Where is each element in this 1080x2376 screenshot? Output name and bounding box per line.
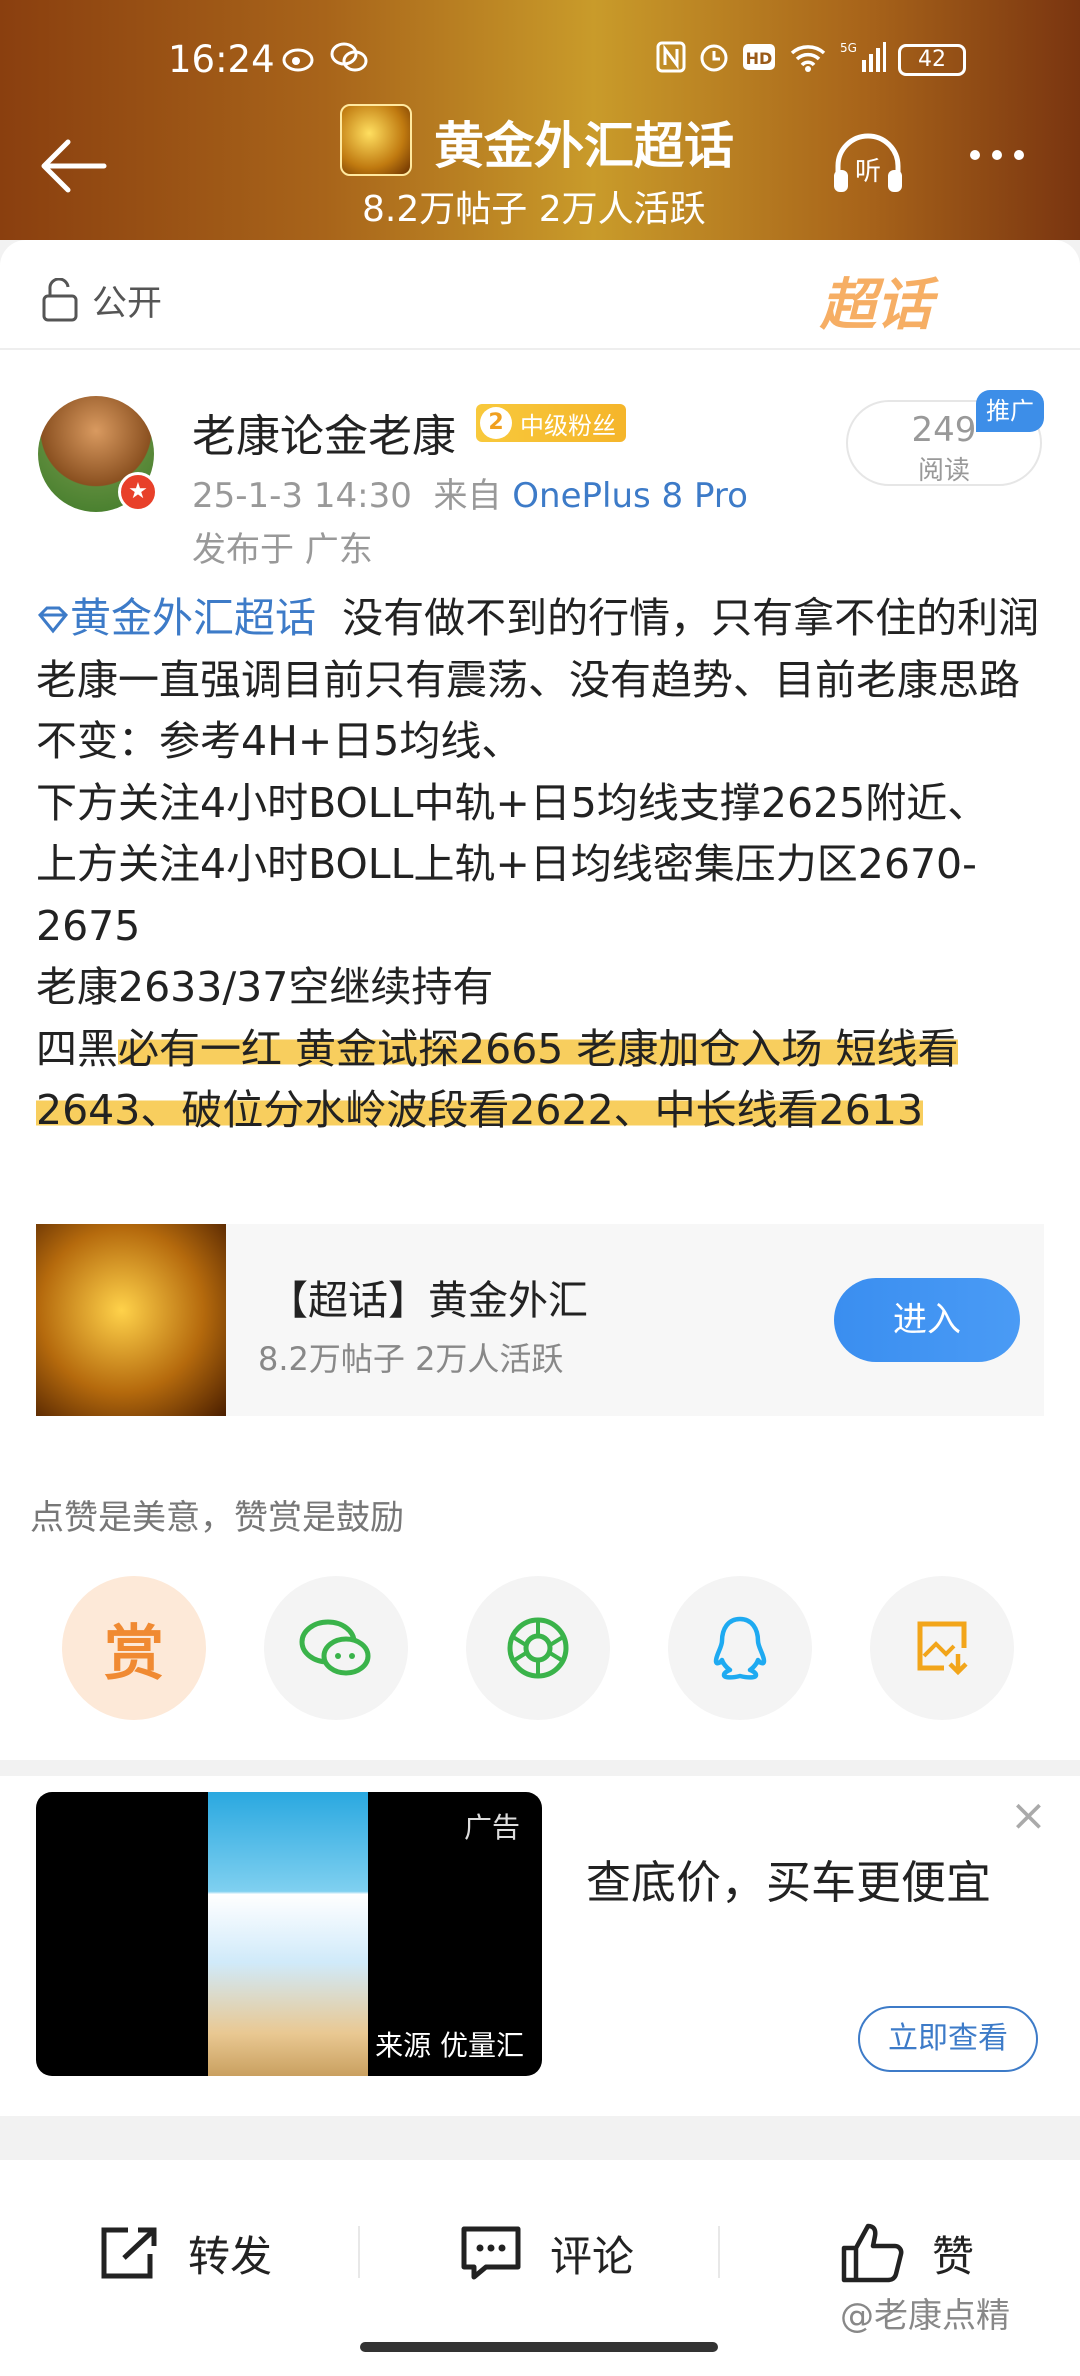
like-label: 赞 [932,2231,975,2281]
post-location: 发布于 广东 [192,530,373,570]
topic-card-image [36,1224,226,1416]
divider [718,2226,720,2278]
like-button[interactable]: 赞 [840,2218,974,2288]
divider [0,348,1080,350]
diamond-icon [37,606,69,634]
topic-link[interactable]: 黄金外汇超话 [36,594,316,642]
alarm-icon [698,41,730,80]
wechat-icon [299,1619,371,1676]
ad-view-button[interactable]: 立即查看 [858,2006,1038,2072]
more-options-icon[interactable] [970,150,1024,160]
status-app-icons [282,40,368,80]
promote-badge[interactable]: 推广 [976,390,1044,432]
lock-open-icon [42,278,78,322]
chaohua-decoration: 超话 [820,273,932,338]
listen-headphones-icon[interactable]: 听 [830,130,906,196]
topic-card[interactable]: 【超话】黄金外汇 8.2万帖子 2万人活跃 进入 [36,1224,1044,1416]
comment-label: 评论 [550,2231,635,2281]
hd-icon: HD [742,42,776,79]
divider [358,2226,360,2278]
fan-badge-label: 中级粉丝 [520,411,616,440]
ad-tag: 广告 [463,1811,520,1844]
fan-level-badge[interactable]: 2 中级粉丝 [476,404,626,442]
header-subtitle: 8.2万帖子 2万人活跃 [362,189,706,230]
forward-label: 转发 [188,2231,273,2281]
qq-share-button[interactable] [668,1576,812,1720]
visibility-label: 公开 [92,283,163,324]
content-line-2: 老康一直强调目前只有震荡、没有趋势、目前老康思路不变：参考4H+日5均线、 [36,655,1020,766]
thumbs-up-icon [841,2223,904,2283]
svg-text:HD: HD [746,49,773,68]
post-time: 25-1-3 14:30 [192,476,412,516]
forward-icon [101,2227,157,2279]
content-line-4: 上方关注4小时BOLL上轨+日均线密集压力区2670-2675 [36,840,977,950]
close-icon[interactable]: × [1010,1790,1047,1841]
verified-star-icon: ★ [118,472,158,512]
visibility-indicator: 公开 [40,270,162,330]
svg-text:听: 听 [855,157,881,187]
topic-header: 16:24 HD 5G 42 黄金外汇超话 8.2万帖子 2万人活跃 听 [0,0,1080,240]
forward-button[interactable]: 转发 [98,2218,272,2288]
read-label: 阅读 [917,456,970,486]
save-image-button[interactable] [870,1576,1014,1720]
save-image-icon [917,1621,968,1676]
post-content: 黄金外汇超话 没有做不到的行情，只有拿不住的利润 老康一直强调目前只有震荡、没有… [36,588,1046,1142]
content-line-5: 老康2633/37空继续持有 [36,963,494,1011]
ad-image[interactable]: 广告 来源 优量汇 [36,1792,542,2076]
reward-button[interactable]: 赏 [62,1576,206,1720]
home-indicator[interactable] [360,2342,718,2352]
battery-icon: 42 [898,44,966,76]
status-system-icons: HD 5G 42 [656,40,966,80]
post-meta: 25-1-3 14:30 来自 OnePlus 8 Pro [192,468,748,517]
moments-icon [507,1617,569,1679]
watermark: @老康点精 [840,2296,1010,2336]
fan-level-number: 2 [480,407,512,439]
weibo-notification-icon [282,42,318,79]
signal-icon: 5G [840,40,886,81]
content-line-3: 下方关注4小时BOLL中轨+日5均线支撑2625附近、 [36,778,989,827]
author-name[interactable]: 老康论金老康 [192,400,456,464]
back-arrow-icon[interactable] [38,138,108,194]
device-link[interactable]: OnePlus 8 Pro [512,476,748,516]
qq-icon [713,1616,767,1680]
ad-card[interactable]: 广告 来源 优量汇 查底价，买车更便宜 × 立即查看 [0,1776,1080,2116]
content-line-1: 没有做不到的行情，只有拿不住的利润 [342,594,1040,642]
ad-title[interactable]: 查底价，买车更便宜 [586,1846,991,1911]
bottom-action-bar: 转发 评论 赞 @老康点精 [0,2160,1080,2376]
status-time: 16:24 [168,38,275,81]
share-row: 赏 [62,1576,1022,1722]
enter-button[interactable]: 进入 [834,1278,1020,1362]
svg-text:5G: 5G [840,41,857,55]
content-line-6-highlighted: 必有一红 黄金试探2665 老康加仓入场 短线看2643、破位分水岭波段看262… [36,1024,959,1134]
praise-hint: 点赞是美意，赞赏是鼓励 [30,1498,404,1538]
comment-button[interactable]: 评论 [458,2218,634,2288]
page-title: 黄金外汇超话 [434,117,734,175]
topic-link-text: 黄金外汇超话 [70,594,316,642]
topic-card-title: 【超话】黄金外汇 [268,1278,588,1324]
ad-source: 来源 优量汇 [375,2029,524,2062]
post-card: 公开 超话 ★ 老康论金老康 2 中级粉丝 25-1-3 14:30 来自 On… [0,240,1080,1760]
wechat-notification-icon [330,41,368,80]
moments-share-button[interactable] [466,1576,610,1720]
content-line-6-start: 四黑 [36,1024,118,1073]
nfc-icon [656,41,686,80]
wechat-share-button[interactable] [264,1576,408,1720]
ad-poster-image [208,1792,368,2076]
topic-card-subtitle: 8.2万帖子 2万人活跃 [258,1340,564,1378]
from-label: 来自 [433,476,502,516]
wifi-icon [788,41,828,80]
topic-logo [340,104,412,176]
comment-icon [461,2226,521,2280]
header-title-group: 黄金外汇超话 8.2万帖子 2万人活跃 [340,100,760,230]
